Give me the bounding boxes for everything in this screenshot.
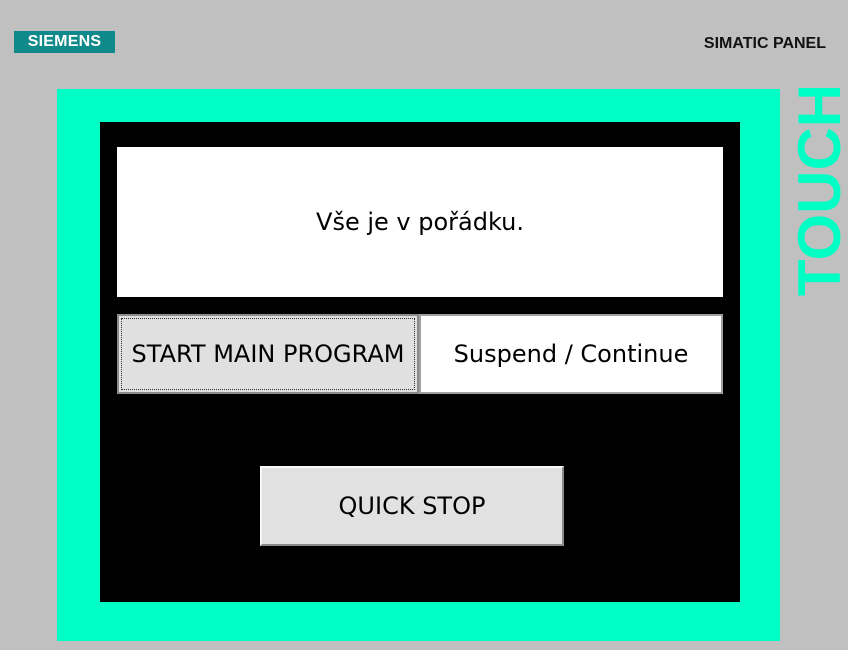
suspend-continue-button[interactable]: Suspend / Continue	[419, 314, 723, 394]
panel-model-label: SIMATIC PANEL	[703, 35, 826, 52]
status-message-display: Vše je v pořádku.	[117, 147, 723, 297]
status-message-text: Vše je v pořádku.	[316, 208, 524, 236]
touch-label: TOUCH	[791, 80, 848, 300]
siemens-logo: SIEMENS	[14, 31, 115, 53]
quick-stop-button[interactable]: QUICK STOP	[260, 466, 564, 546]
suspend-continue-label: Suspend / Continue	[453, 340, 689, 368]
touch-label-text: TOUCH	[791, 83, 848, 297]
start-main-program-label: START MAIN PROGRAM	[131, 340, 405, 368]
quick-stop-label: QUICK STOP	[338, 492, 486, 520]
start-main-program-button[interactable]: START MAIN PROGRAM	[117, 314, 419, 394]
hmi-screen: Vše je v pořádku. START MAIN PROGRAM Sus…	[100, 122, 740, 602]
